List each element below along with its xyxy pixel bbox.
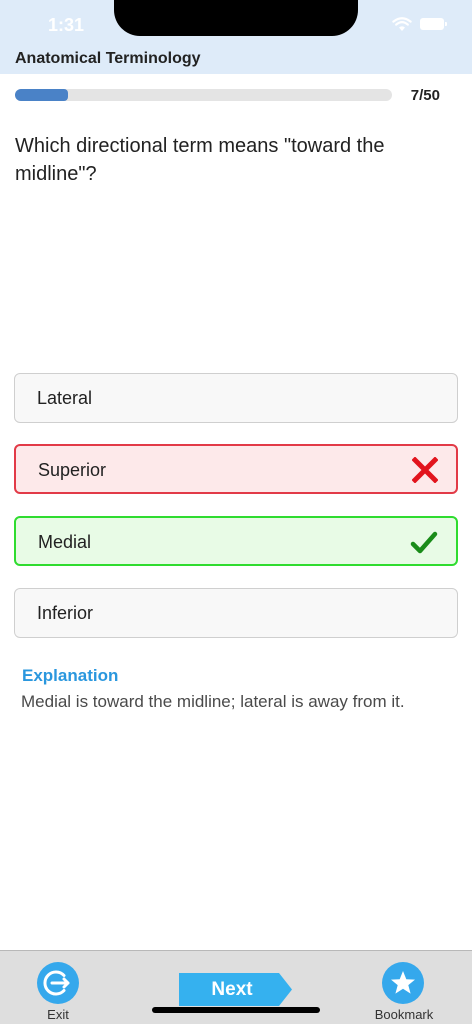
answer-option-label: Inferior <box>37 603 94 623</box>
answer-option-label: Superior <box>38 460 107 480</box>
star-icon[interactable] <box>382 962 424 1004</box>
next-button-label: Next <box>211 979 253 1000</box>
exit-label[interactable]: Exit <box>20 1007 96 1022</box>
next-button[interactable]: Next <box>179 973 293 1006</box>
answer-option-superior[interactable]: Superior <box>14 444 458 494</box>
answer-option-medial[interactable]: Medial <box>14 516 458 566</box>
progress-bar-fill <box>15 89 68 101</box>
progress-bar <box>15 89 392 101</box>
question-text: Which directional term means "toward the… <box>15 135 385 185</box>
status-time: 1:31 <box>48 15 85 35</box>
exit-icon[interactable] <box>37 962 79 1004</box>
bookmark-label[interactable]: Bookmark <box>364 1007 444 1022</box>
progress-count: 7/50 <box>410 87 440 104</box>
header: 1:31 Anatomical Terminology <box>0 0 472 74</box>
page-title: Anatomical Terminology <box>15 50 201 67</box>
battery-icon <box>420 18 447 30</box>
wifi-icon <box>392 17 412 37</box>
explanation-title: Explanation <box>22 666 119 685</box>
device-notch <box>114 0 358 36</box>
checkmark-icon <box>410 529 438 562</box>
cross-icon <box>411 456 439 488</box>
explanation-text: Medial is toward the midline; lateral is… <box>21 692 405 711</box>
answer-option-lateral[interactable]: Lateral <box>14 373 458 423</box>
answer-option-label: Medial <box>38 532 92 552</box>
home-indicator <box>152 1007 320 1013</box>
answer-option-inferior[interactable]: Inferior <box>14 588 458 638</box>
answer-option-label: Lateral <box>37 388 93 408</box>
